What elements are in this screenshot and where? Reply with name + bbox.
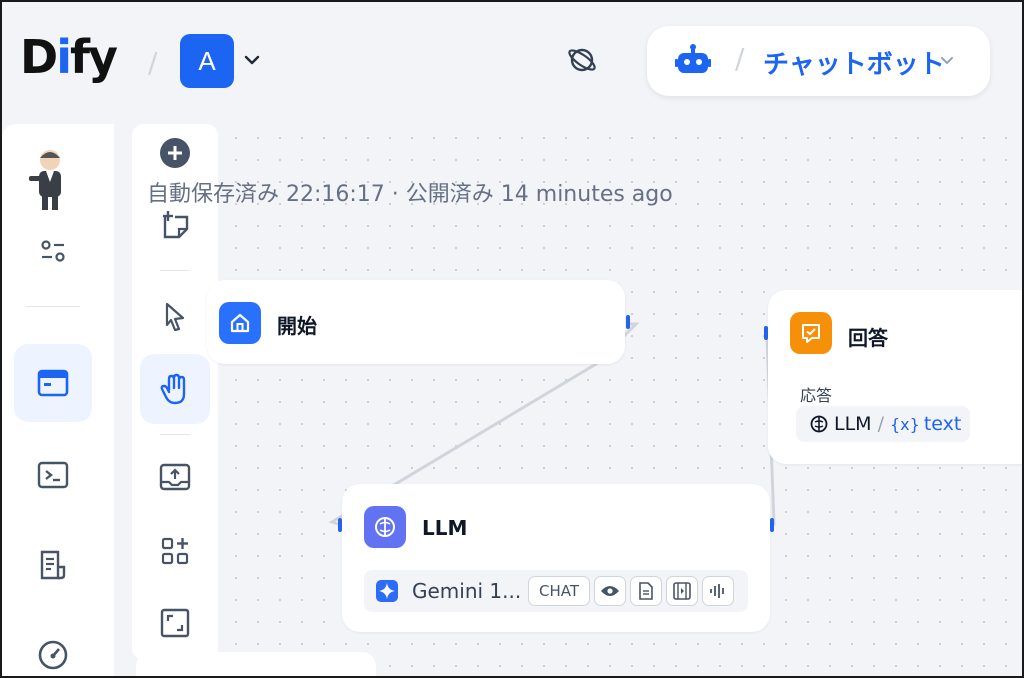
document-icon — [40, 550, 66, 580]
nav-orchestrate[interactable] — [14, 344, 92, 422]
app-frame: Dify / A / チャットボット 自動保存済み 22:16:17 · 公開済… — [0, 0, 1024, 678]
llm-node[interactable]: LLM Gemini 1... CHAT — [338, 484, 774, 632]
app-mode-label: チャットボット — [763, 50, 945, 80]
chat-mode-badge: CHAT — [528, 576, 590, 606]
note-add-icon — [163, 211, 189, 239]
organize-blocks-button[interactable] — [140, 516, 210, 586]
gauge-icon — [38, 640, 68, 670]
add-block-icon[interactable] — [158, 136, 192, 170]
variable-reference-chip[interactable]: LLM / {x} text — [796, 406, 970, 442]
llm-brain-icon — [810, 415, 828, 433]
var-separator: / — [877, 413, 884, 435]
answer-node-title: 回答 — [848, 326, 888, 350]
app-window-icon — [37, 369, 69, 397]
nav-api[interactable] — [14, 436, 92, 514]
breadcrumb-separator: / — [148, 46, 158, 79]
grid-add-icon — [161, 537, 189, 565]
hand-mode-button[interactable] — [140, 354, 210, 424]
model-selector[interactable]: Gemini 1... CHAT — [364, 570, 748, 612]
image-export-icon — [159, 463, 191, 491]
sliders-glyph — [41, 240, 65, 262]
nav-monitoring[interactable] — [14, 616, 92, 676]
toolbar-divider — [160, 434, 190, 435]
var-symbol: {x} — [889, 414, 920, 434]
video-capability-icon — [666, 576, 698, 606]
expand-icon — [160, 608, 190, 638]
left-navigation — [2, 124, 114, 676]
var-name: text — [923, 413, 962, 435]
nav-logs[interactable] — [14, 526, 92, 604]
user-avatar[interactable] — [24, 146, 74, 212]
hand-icon — [160, 373, 186, 405]
pointer-mode-button[interactable] — [140, 282, 210, 352]
settings-sliders-icon[interactable] — [14, 212, 92, 290]
robot-icon — [675, 44, 711, 73]
explore-planet-icon[interactable] — [566, 44, 598, 76]
start-node[interactable]: 開始 — [207, 280, 630, 364]
start-output-handle[interactable] — [626, 315, 630, 329]
llm-output-handle[interactable] — [770, 518, 774, 532]
dify-logo[interactable]: Dify — [20, 30, 118, 84]
response-label: 応答 — [800, 386, 833, 405]
var-source-node: LLM — [834, 413, 872, 435]
export-image-button[interactable] — [140, 442, 210, 512]
app-mode-selector[interactable]: / チャットボット — [647, 26, 990, 96]
answer-input-handle[interactable] — [764, 326, 768, 340]
app-avatar[interactable]: A — [180, 34, 234, 88]
gemini-sparkle-icon — [376, 580, 398, 602]
toolbar-divider — [160, 270, 190, 271]
chevron-down-icon[interactable] — [242, 50, 262, 70]
llm-input-handle[interactable] — [338, 518, 342, 532]
nav-divider — [26, 306, 80, 307]
answer-node[interactable]: 回答 応答 LLM / {x} text — [764, 290, 1022, 464]
terminal-icon — [37, 461, 69, 489]
start-node-title: 開始 — [277, 314, 317, 338]
model-name: Gemini 1... — [412, 579, 522, 603]
answer-icon — [790, 312, 832, 354]
chevron-down-icon — [941, 57, 953, 65]
vision-eye-icon — [594, 576, 626, 606]
mode-separator: / — [735, 42, 745, 75]
bottom-panel — [136, 652, 376, 676]
fit-view-button[interactable] — [140, 588, 210, 658]
autosave-status: 自動保存済み 22:16:17 · 公開済み 14 minutes ago — [147, 182, 673, 207]
llm-icon — [364, 506, 406, 548]
audio-capability-icon — [702, 576, 734, 606]
llm-node-title: LLM — [422, 516, 468, 540]
document-capability-icon — [630, 576, 662, 606]
home-icon — [219, 302, 261, 344]
cursor-pointer-icon — [165, 302, 185, 332]
